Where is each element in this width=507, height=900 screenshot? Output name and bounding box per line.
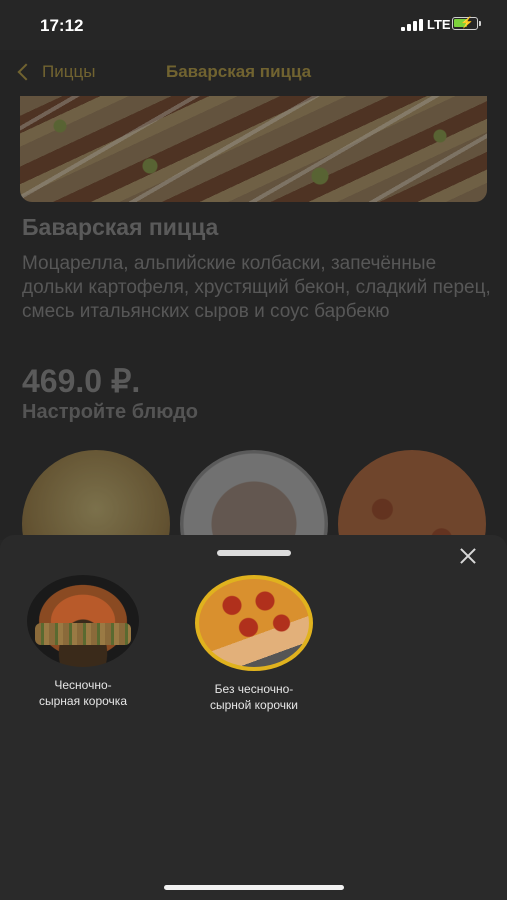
option-garlic-cheese-crust[interactable]: Чесночно- сырная корочка xyxy=(8,575,158,709)
overlay-dim xyxy=(0,50,507,540)
sheet-handle[interactable] xyxy=(217,550,291,556)
option-label: Без чесночно- сырной корочки xyxy=(210,682,298,712)
home-indicator[interactable] xyxy=(164,885,344,890)
status-bar: 17:12 LTE ⚡ xyxy=(0,0,507,50)
option-no-garlic-crust[interactable]: Без чесночно- сырной корочки xyxy=(179,575,329,713)
signal-icon xyxy=(401,19,423,31)
battery-tip xyxy=(479,21,481,26)
status-time: 17:12 xyxy=(40,16,84,35)
network-type: LTE xyxy=(427,17,451,32)
crust-bottom-sheet: Чесночно- сырная корочка Без чесночно- с… xyxy=(0,535,507,900)
option-label: Чесночно- сырная корочка xyxy=(38,678,127,708)
app-screen: 17:12 LTE ⚡ Пиццы Баварская пицца Баварс… xyxy=(0,0,507,900)
battery-icon: ⚡ xyxy=(452,17,478,30)
option-image-selected xyxy=(195,575,313,671)
close-icon[interactable] xyxy=(456,544,480,568)
option-image xyxy=(27,575,139,667)
